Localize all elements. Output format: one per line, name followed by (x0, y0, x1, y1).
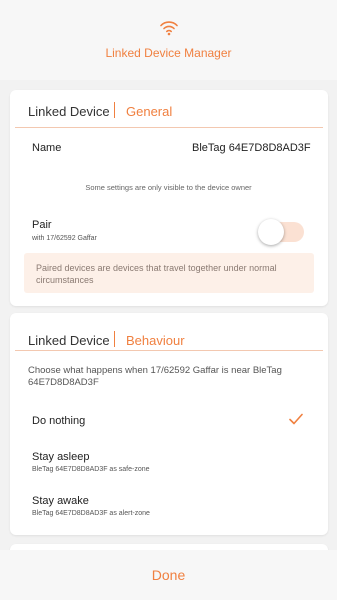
app-header: Linked Device Manager (0, 0, 337, 80)
pair-subtitle: with 17/62592 Gaffar (32, 235, 97, 242)
behaviour-description: Choose what happens when 17/62592 Gaffar… (28, 365, 282, 388)
header-divider (15, 127, 323, 128)
owner-note: Some settings are only visible to the de… (85, 183, 252, 192)
option-subtitle: BleTag 64E7D8D8AD3F as alert-zone (32, 510, 150, 517)
option-label: Stay awake (32, 495, 89, 507)
option-label: Stay asleep (32, 451, 90, 463)
wifi-icon (160, 21, 178, 36)
behaviour-card-header: Linked Device Behaviour (10, 319, 328, 357)
info-text: Paired devices are devices that travel t… (36, 263, 277, 285)
general-card-header: Linked Device General (10, 90, 328, 128)
pair-label: Pair (32, 219, 52, 231)
option-stay-awake[interactable]: Stay awake BleTag 64E7D8D8AD3F as alert-… (10, 490, 328, 526)
check-icon (289, 413, 303, 425)
option-subtitle: BleTag 64E7D8D8AD3F as safe-zone (32, 466, 150, 473)
info-box: Paired devices are devices that travel t… (24, 253, 314, 293)
option-label: Do nothing (32, 415, 86, 427)
pair-toggle[interactable] (258, 218, 304, 245)
card-title: Linked Device (28, 333, 110, 348)
page-title: Linked Device Manager (105, 46, 232, 60)
header-separator (114, 331, 115, 347)
name-value[interactable]: BleTag 64E7D8D8AD3F (192, 142, 311, 154)
header-separator (114, 102, 115, 118)
name-label: Name (32, 142, 62, 154)
header-divider (15, 350, 323, 351)
toggle-knob (258, 219, 284, 245)
section-label-behaviour: Behaviour (126, 333, 185, 348)
option-do-nothing[interactable]: Do nothing (10, 404, 328, 438)
option-stay-asleep[interactable]: Stay asleep BleTag 64E7D8D8AD3F as safe-… (10, 446, 328, 482)
footer-bar: Done (0, 550, 337, 600)
section-label-general: General (126, 104, 173, 119)
card-title: Linked Device (28, 104, 110, 119)
done-button[interactable]: Done (0, 550, 337, 600)
